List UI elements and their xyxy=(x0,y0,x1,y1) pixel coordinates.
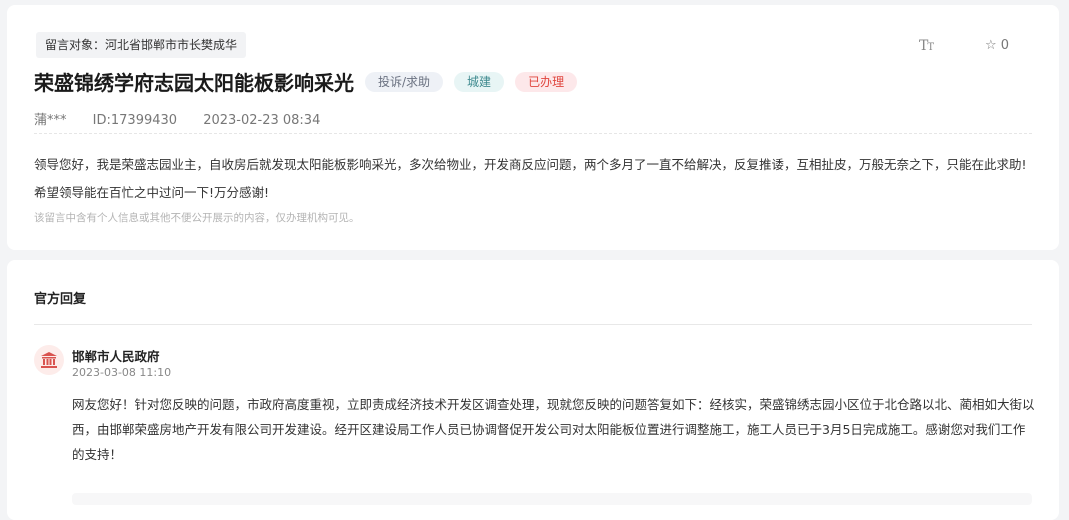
favorite-button[interactable]: ☆ 0 xyxy=(985,38,1009,53)
status-badge: 已办理 xyxy=(515,71,578,92)
author-name: 蒲*** xyxy=(34,113,67,128)
divider xyxy=(34,324,1032,325)
message-datetime: 2023-02-23 08:34 xyxy=(203,113,321,128)
target-value: 河北省邯郸市市长樊成华 xyxy=(105,38,238,52)
government-building-icon xyxy=(34,345,64,375)
reply-card: 官方回复 邯郸市人民政府 2023-03-08 11:10 网友您好！针对您反映… xyxy=(7,260,1059,520)
type-badge: 投诉/求助 xyxy=(365,71,444,92)
reply-datetime: 2023-03-08 11:10 xyxy=(72,366,172,379)
font-size-icon[interactable]: TT xyxy=(919,38,934,54)
category-badge: 城建 xyxy=(454,71,505,92)
title-row: 荣盛锦绣学府志园太阳能板影响采光 投诉/求助 城建 已办理 xyxy=(34,67,588,96)
star-count: 0 xyxy=(1000,38,1010,53)
message-id: ID:17399430 xyxy=(92,113,178,128)
message-meta: 蒲*** ID:17399430 2023-02-23 08:34 xyxy=(34,109,342,128)
reply-body: 网友您好！针对您反映的问题，市政府高度重视，立即责成经济技术开发区调查处理，现就… xyxy=(72,397,1035,462)
divider xyxy=(34,133,1032,134)
target-label: 留言对象： xyxy=(45,38,106,52)
privacy-note: 该留言中含有个人信息或其他不便公开展示的内容，仅办理机构可见。 xyxy=(34,212,360,224)
reply-footer-strip xyxy=(72,493,1032,505)
star-icon: ☆ xyxy=(985,38,997,53)
reply-heading: 官方回复 xyxy=(34,292,87,307)
page-title: 荣盛锦绣学府志园太阳能板影响采光 xyxy=(34,71,354,95)
reply-org-name: 邯郸市人民政府 xyxy=(72,349,160,364)
message-card: 留言对象：河北省邯郸市市长樊成华 TT ☆ 0 荣盛锦绣学府志园太阳能板影响采光… xyxy=(7,5,1059,250)
message-target-tag: 留言对象：河北省邯郸市市长樊成华 xyxy=(36,32,247,58)
message-body: 领导您好，我是荣盛志园业主，自收房后就发现太阳能板影响采光，多次给物业，开发商反… xyxy=(34,157,1027,200)
